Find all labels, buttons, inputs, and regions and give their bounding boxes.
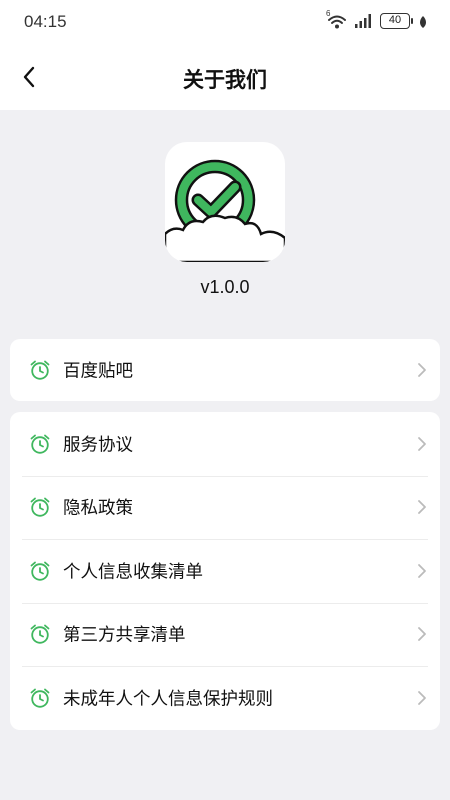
menu-item-third-party-list[interactable]: 第三方共享清单 bbox=[10, 602, 440, 667]
alarm-clock-icon bbox=[30, 624, 50, 644]
menu-item-label: 隐私政策 bbox=[63, 498, 133, 519]
menu-card: 服务协议 隐私政策 个人信息收集清单 第三方共享清单 未成年人个人信息保护规则 bbox=[10, 412, 440, 730]
alarm-clock-icon bbox=[30, 561, 50, 581]
chevron-right-icon bbox=[418, 627, 426, 642]
menu-item-tieba[interactable]: 百度贴吧 bbox=[10, 339, 440, 401]
leaf-icon bbox=[418, 14, 428, 28]
chevron-right-icon bbox=[418, 690, 426, 705]
menu-item-minor-protection-rules[interactable]: 未成年人个人信息保护规则 bbox=[10, 666, 440, 730]
menu-item-privacy-policy[interactable]: 隐私政策 bbox=[10, 475, 440, 540]
wifi-icon: 6 bbox=[326, 9, 348, 30]
alarm-clock-icon bbox=[30, 360, 50, 380]
alarm-clock-icon bbox=[30, 497, 50, 517]
nav-bar: 关于我们 bbox=[0, 44, 450, 110]
chevron-right-icon bbox=[418, 436, 426, 451]
menu-item-label: 个人信息收集清单 bbox=[63, 562, 203, 583]
status-bar: 04:15 6 40 bbox=[0, 0, 450, 44]
app-version: v1.0.0 bbox=[200, 277, 250, 297]
chevron-right-icon bbox=[418, 500, 426, 515]
menu-item-personal-info-list[interactable]: 个人信息收集清单 bbox=[10, 539, 440, 603]
menu-item-label: 服务协议 bbox=[63, 435, 133, 456]
wifi-badge: 6 bbox=[326, 9, 331, 18]
battery-level: 40 bbox=[388, 14, 402, 26]
battery-icon: 40 bbox=[380, 13, 413, 29]
alarm-clock-icon bbox=[30, 434, 50, 454]
menu-item-label: 百度贴吧 bbox=[63, 361, 133, 382]
signal-icon bbox=[354, 13, 374, 29]
menu-item-label: 第三方共享清单 bbox=[63, 625, 186, 646]
page-title: 关于我们 bbox=[183, 68, 267, 92]
chevron-right-icon bbox=[418, 563, 426, 578]
app-logo bbox=[165, 142, 285, 262]
chevron-right-icon bbox=[418, 363, 426, 377]
status-icons: 6 40 bbox=[326, 9, 428, 30]
menu-item-label: 未成年人个人信息保护规则 bbox=[63, 689, 273, 710]
menu-item-service-agreement[interactable]: 服务协议 bbox=[10, 412, 440, 476]
alarm-clock-icon bbox=[30, 688, 50, 708]
status-time: 04:15 bbox=[24, 12, 67, 31]
menu-card: 百度贴吧 bbox=[10, 339, 440, 401]
